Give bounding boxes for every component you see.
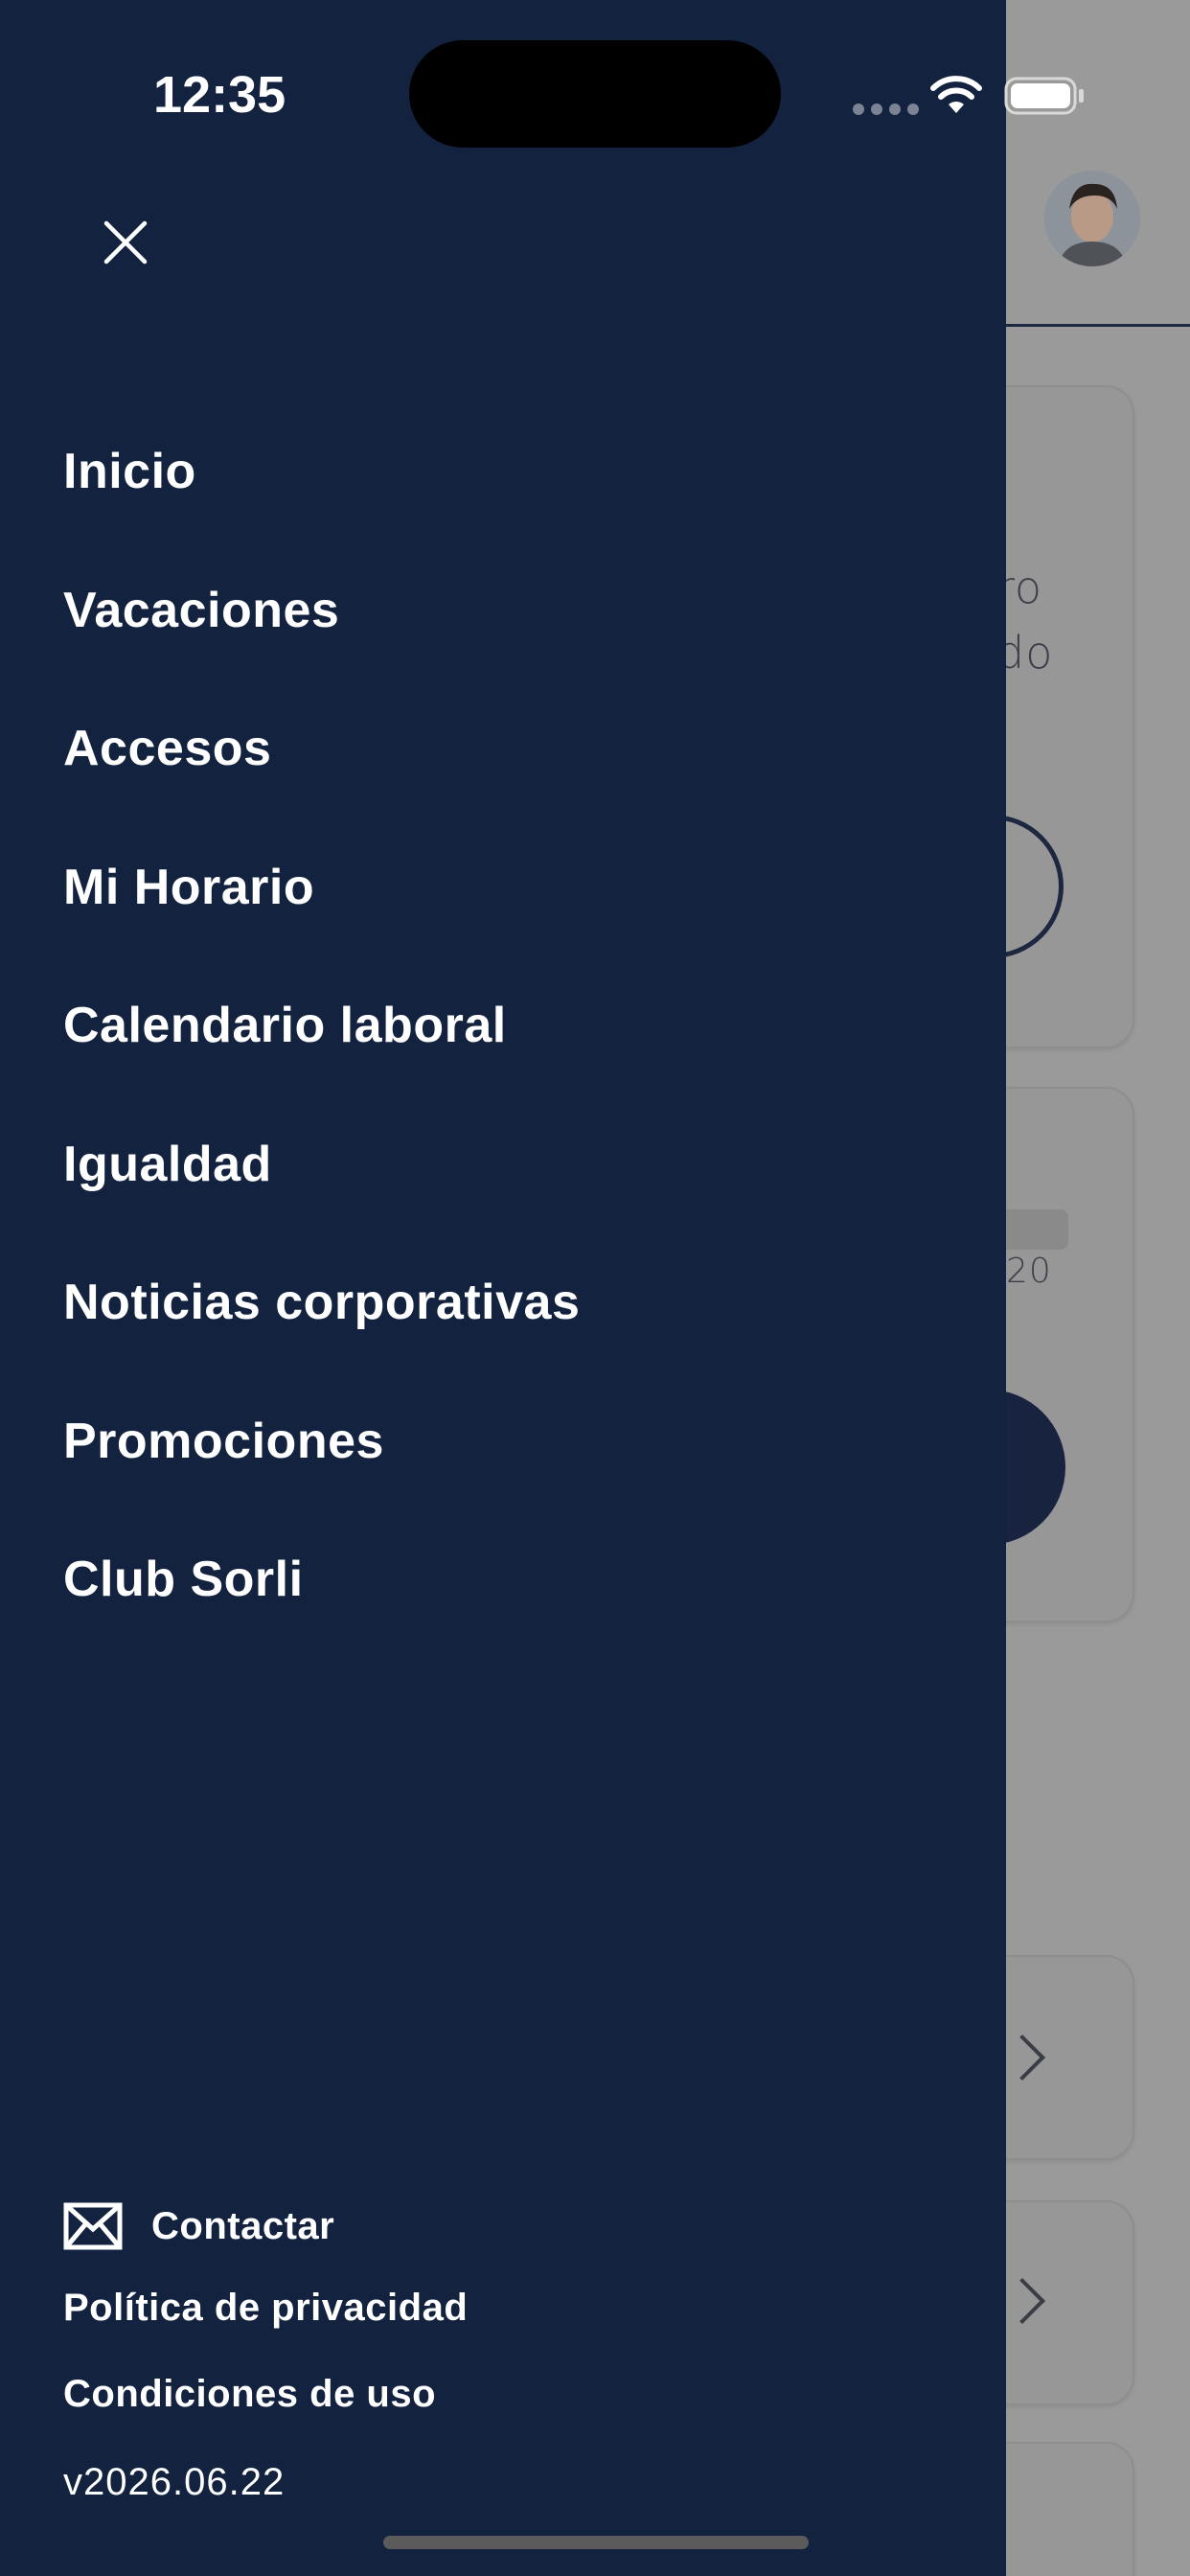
menu-item-igualdad[interactable]: Igualdad: [63, 1095, 580, 1234]
battery-icon: [1004, 77, 1084, 115]
privacy-policy-link[interactable]: Política de privacidad: [63, 2287, 468, 2330]
mail-icon: [63, 2202, 123, 2250]
menu-item-mi-horario[interactable]: Mi Horario: [63, 818, 580, 957]
menu-item-club-sorli[interactable]: Club Sorli: [63, 1510, 580, 1649]
menu-item-noticias-corporativas[interactable]: Noticias corporativas: [63, 1233, 580, 1372]
menu-item-inicio[interactable]: Inicio: [63, 402, 580, 541]
signal-dots-icon: [853, 104, 919, 115]
close-icon: [103, 220, 148, 264]
navigation-drawer: 12:35 Inicio Vacaciones Accesos Mi Horar…: [0, 0, 1006, 2576]
status-time: 12:35: [153, 66, 286, 124]
menu-item-accesos[interactable]: Accesos: [63, 679, 580, 818]
wifi-icon: [930, 76, 982, 113]
terms-of-use-link[interactable]: Condiciones de uso: [63, 2373, 436, 2416]
avatar[interactable]: [1044, 171, 1140, 266]
drawer-footer: Contactar Política de privacidad Condici…: [63, 2195, 926, 2503]
contact-label: Contactar: [151, 2204, 335, 2247]
background-card-text: 20: [1006, 1252, 1052, 1291]
dynamic-island: [409, 40, 781, 148]
menu-item-promociones[interactable]: Promociones: [63, 1372, 580, 1511]
menu-item-calendario-laboral[interactable]: Calendario laboral: [63, 956, 580, 1095]
contact-link[interactable]: Contactar: [63, 2195, 926, 2258]
home-indicator[interactable]: [383, 2536, 809, 2549]
app-version: v2026.06.22: [63, 2461, 286, 2503]
drawer-menu: Inicio Vacaciones Accesos Mi Horario Cal…: [63, 402, 580, 1649]
menu-item-vacaciones[interactable]: Vacaciones: [63, 541, 580, 680]
header-divider: [1006, 324, 1190, 327]
close-button[interactable]: [96, 213, 155, 272]
